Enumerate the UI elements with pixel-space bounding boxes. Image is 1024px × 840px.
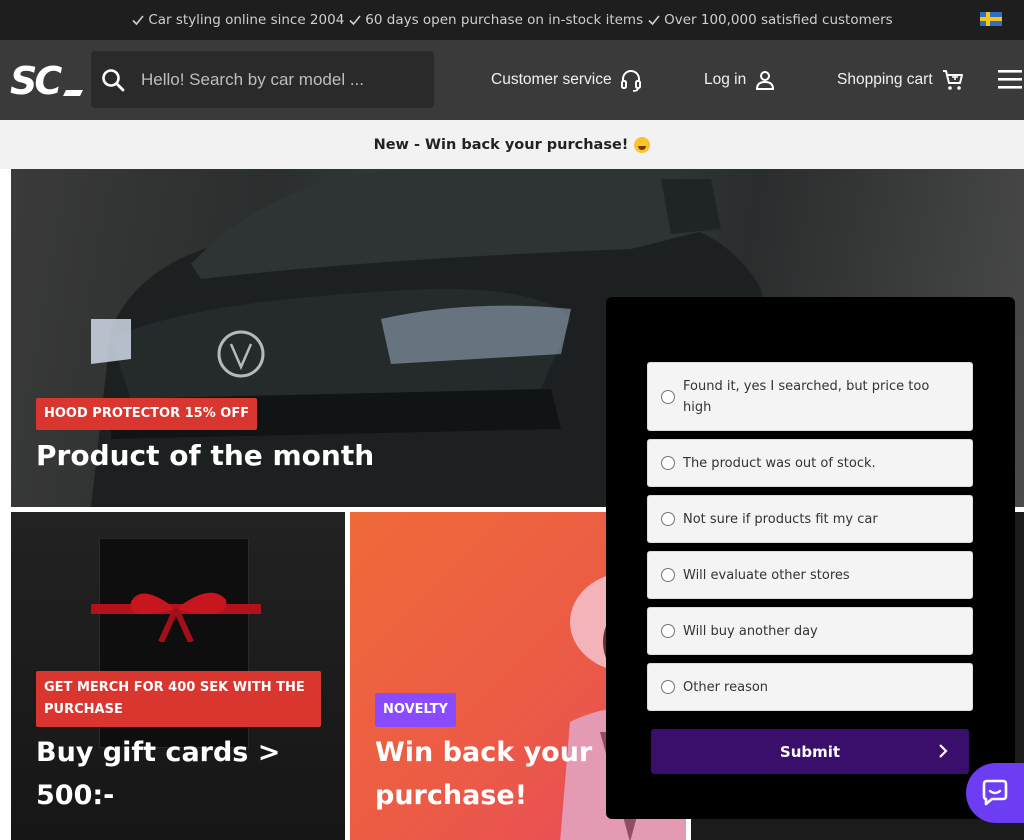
radio-button[interactable] (661, 456, 675, 470)
merch-badge: GET MERCH FOR 400 SEK WITH THE PURCHASE (36, 671, 321, 727)
chat-button[interactable] (966, 763, 1024, 823)
survey-option-label: Other reason (683, 679, 769, 695)
customer-service-label: Customer service (491, 71, 612, 88)
survey-option-another-day[interactable]: Will buy another day (647, 607, 973, 655)
usp-item: 60 days open purchase on in-stock items (348, 12, 643, 28)
gift-card-tile[interactable]: GET MERCH FOR 400 SEK WITH THE PURCHASE … (11, 512, 345, 840)
cart-icon (942, 70, 963, 90)
hamburger-menu-icon[interactable] (998, 68, 1022, 90)
star-struck-emoji-icon (634, 136, 651, 153)
radio-button[interactable] (661, 568, 675, 582)
win-back-title: Win back your purchase! (375, 737, 593, 811)
radio-button[interactable] (661, 680, 675, 694)
gift-card-title: Buy gift cards > 500:- (36, 737, 281, 811)
chevron-right-icon (939, 744, 948, 758)
check-icon (349, 15, 361, 26)
radio-button[interactable] (661, 389, 675, 404)
survey-option-fit[interactable]: Not sure if products fit my car (647, 495, 973, 543)
login-link[interactable]: Log in (704, 40, 776, 120)
check-icon (648, 15, 660, 26)
shopping-cart-link[interactable]: Shopping cart (837, 40, 965, 120)
sc-logo[interactable]: SC (10, 60, 84, 100)
site-header: SC Customer service Log in Shopping cart (0, 40, 1024, 120)
search-icon[interactable] (101, 68, 125, 92)
radio-button[interactable] (661, 512, 675, 526)
ribbon-image (91, 592, 261, 642)
usp-text: Over 100,000 satisfied customers (664, 12, 893, 28)
customer-service-link[interactable]: Customer service (491, 40, 642, 120)
usp-item: Over 100,000 satisfied customers (647, 12, 893, 28)
usp-text: Car styling online since 2004 (148, 12, 345, 28)
user-icon (756, 71, 775, 90)
search-box[interactable] (91, 51, 434, 108)
check-icon (132, 15, 144, 26)
cart-label: Shopping cart (837, 71, 933, 88)
usp-text: 60 days open purchase on in-stock items (365, 12, 644, 28)
usp-bar: Car styling online since 2004 60 days op… (0, 0, 1024, 40)
survey-option-label: Found it, yes I searched, but price too … (683, 378, 930, 415)
search-input[interactable] (141, 51, 421, 108)
survey-option-label: The product was out of stock. (683, 455, 876, 471)
usp-item: Car styling online since 2004 (131, 12, 344, 28)
submit-label: Submit (779, 742, 841, 761)
exit-survey-popup: Found it, yes I searched, but price too … (606, 297, 1015, 819)
chat-icon (982, 779, 1008, 806)
survey-option-price[interactable]: Found it, yes I searched, but price too … (647, 362, 973, 431)
survey-option-out-of-stock[interactable]: The product was out of stock. (647, 439, 973, 487)
survey-option-label: Not sure if products fit my car (683, 511, 878, 527)
hero-title: Product of the month (36, 439, 375, 472)
radio-button[interactable] (661, 624, 675, 638)
submit-button[interactable]: Submit (651, 729, 969, 774)
novelty-badge: NOVELTY (375, 693, 456, 727)
sweden-flag-icon[interactable] (980, 12, 1002, 26)
svg-text:SC: SC (10, 60, 62, 100)
hero-badge: HOOD PROTECTOR 15% OFF (36, 398, 258, 430)
announcement-bar[interactable]: New - Win back your purchase! (0, 120, 1024, 169)
survey-option-label: Will buy another day (683, 623, 818, 639)
survey-option-label: Will evaluate other stores (683, 567, 850, 583)
survey-option-other-reason[interactable]: Other reason (647, 663, 973, 711)
announcement-text: New - Win back your purchase! (373, 136, 629, 153)
headset-icon (620, 70, 641, 92)
survey-option-other-stores[interactable]: Will evaluate other stores (647, 551, 973, 599)
login-label: Log in (704, 71, 747, 88)
